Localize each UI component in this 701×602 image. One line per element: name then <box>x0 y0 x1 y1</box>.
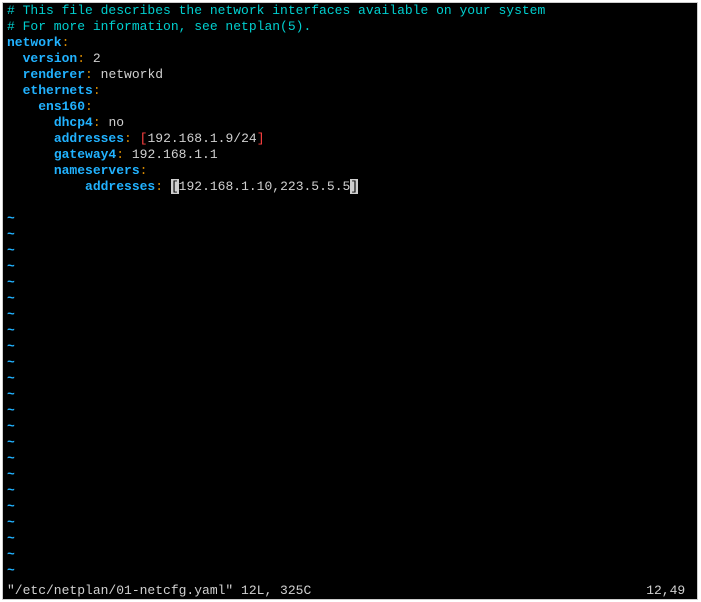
empty-line-tilde: ~ <box>7 403 15 418</box>
val-renderer: networkd <box>93 67 163 82</box>
colon: : <box>124 131 132 146</box>
empty-line-tilde: ~ <box>7 531 15 546</box>
empty-line-tilde: ~ <box>7 451 15 466</box>
empty-line-tilde: ~ <box>7 499 15 514</box>
empty-line-tilde: ~ <box>7 227 15 242</box>
status-bar: "/etc/netplan/01-netcfg.yaml" 12L, 325C … <box>3 583 697 599</box>
empty-line-tilde: ~ <box>7 419 15 434</box>
key-nameservers: nameservers <box>54 163 140 178</box>
val-gateway4: 192.168.1.1 <box>124 147 218 162</box>
val-version: 2 <box>85 51 101 66</box>
space <box>163 179 171 194</box>
empty-line-tilde: ~ <box>7 467 15 482</box>
key-ns-addresses: addresses <box>85 179 155 194</box>
empty-line-tilde: ~ <box>7 563 15 578</box>
colon: : <box>116 147 124 162</box>
indent <box>7 179 85 194</box>
comment-line-2: # For more information, see netplan(5). <box>7 19 311 34</box>
colon: : <box>85 67 93 82</box>
status-filename: "/etc/netplan/01-netcfg.yaml" 12L, 325C <box>7 583 311 599</box>
status-position: 12,49 <box>646 583 693 599</box>
terminal-window[interactable]: # This file describes the network interf… <box>2 2 698 600</box>
indent <box>7 51 23 66</box>
space <box>132 131 140 146</box>
editor-content[interactable]: # This file describes the network interf… <box>3 3 697 579</box>
indent <box>7 163 54 178</box>
empty-line-tilde: ~ <box>7 275 15 290</box>
bracket-open-cursor: [ <box>171 179 179 194</box>
bracket-close-cursor: ] <box>350 179 358 194</box>
key-ethernets: ethernets <box>23 83 93 98</box>
colon: : <box>77 51 85 66</box>
empty-line-tilde: ~ <box>7 291 15 306</box>
key-iface: ens160 <box>38 99 85 114</box>
empty-line-tilde: ~ <box>7 259 15 274</box>
colon: : <box>140 163 148 178</box>
val-addr: 192.168.1.9/24 <box>147 131 256 146</box>
empty-line-tilde: ~ <box>7 371 15 386</box>
key-addresses: addresses <box>54 131 124 146</box>
indent <box>7 67 23 82</box>
colon: : <box>93 115 101 130</box>
empty-line-tilde: ~ <box>7 515 15 530</box>
key-renderer: renderer <box>23 67 85 82</box>
empty-line-tilde: ~ <box>7 483 15 498</box>
indent <box>7 147 54 162</box>
empty-line-tilde: ~ <box>7 387 15 402</box>
empty-line-tilde: ~ <box>7 211 15 226</box>
key-gateway4: gateway4 <box>54 147 116 162</box>
colon: : <box>93 83 101 98</box>
comment-line-1: # This file describes the network interf… <box>7 3 545 18</box>
empty-line-tilde: ~ <box>7 243 15 258</box>
colon: : <box>155 179 163 194</box>
val-dhcp4: no <box>101 115 124 130</box>
colon: : <box>62 35 70 50</box>
indent <box>7 99 38 114</box>
empty-line-tilde: ~ <box>7 435 15 450</box>
empty-line-tilde: ~ <box>7 307 15 322</box>
colon: : <box>85 99 93 114</box>
indent <box>7 115 54 130</box>
empty-line-tilde: ~ <box>7 339 15 354</box>
bracket-close: ] <box>257 131 265 146</box>
indent <box>7 83 23 98</box>
key-version: version <box>23 51 78 66</box>
key-dhcp4: dhcp4 <box>54 115 93 130</box>
key-network: network <box>7 35 62 50</box>
empty-line-tilde: ~ <box>7 355 15 370</box>
val-ns-addr: 192.168.1.10,223.5.5.5 <box>179 179 351 194</box>
indent <box>7 131 54 146</box>
empty-line-tilde: ~ <box>7 323 15 338</box>
empty-line-tilde: ~ <box>7 547 15 562</box>
